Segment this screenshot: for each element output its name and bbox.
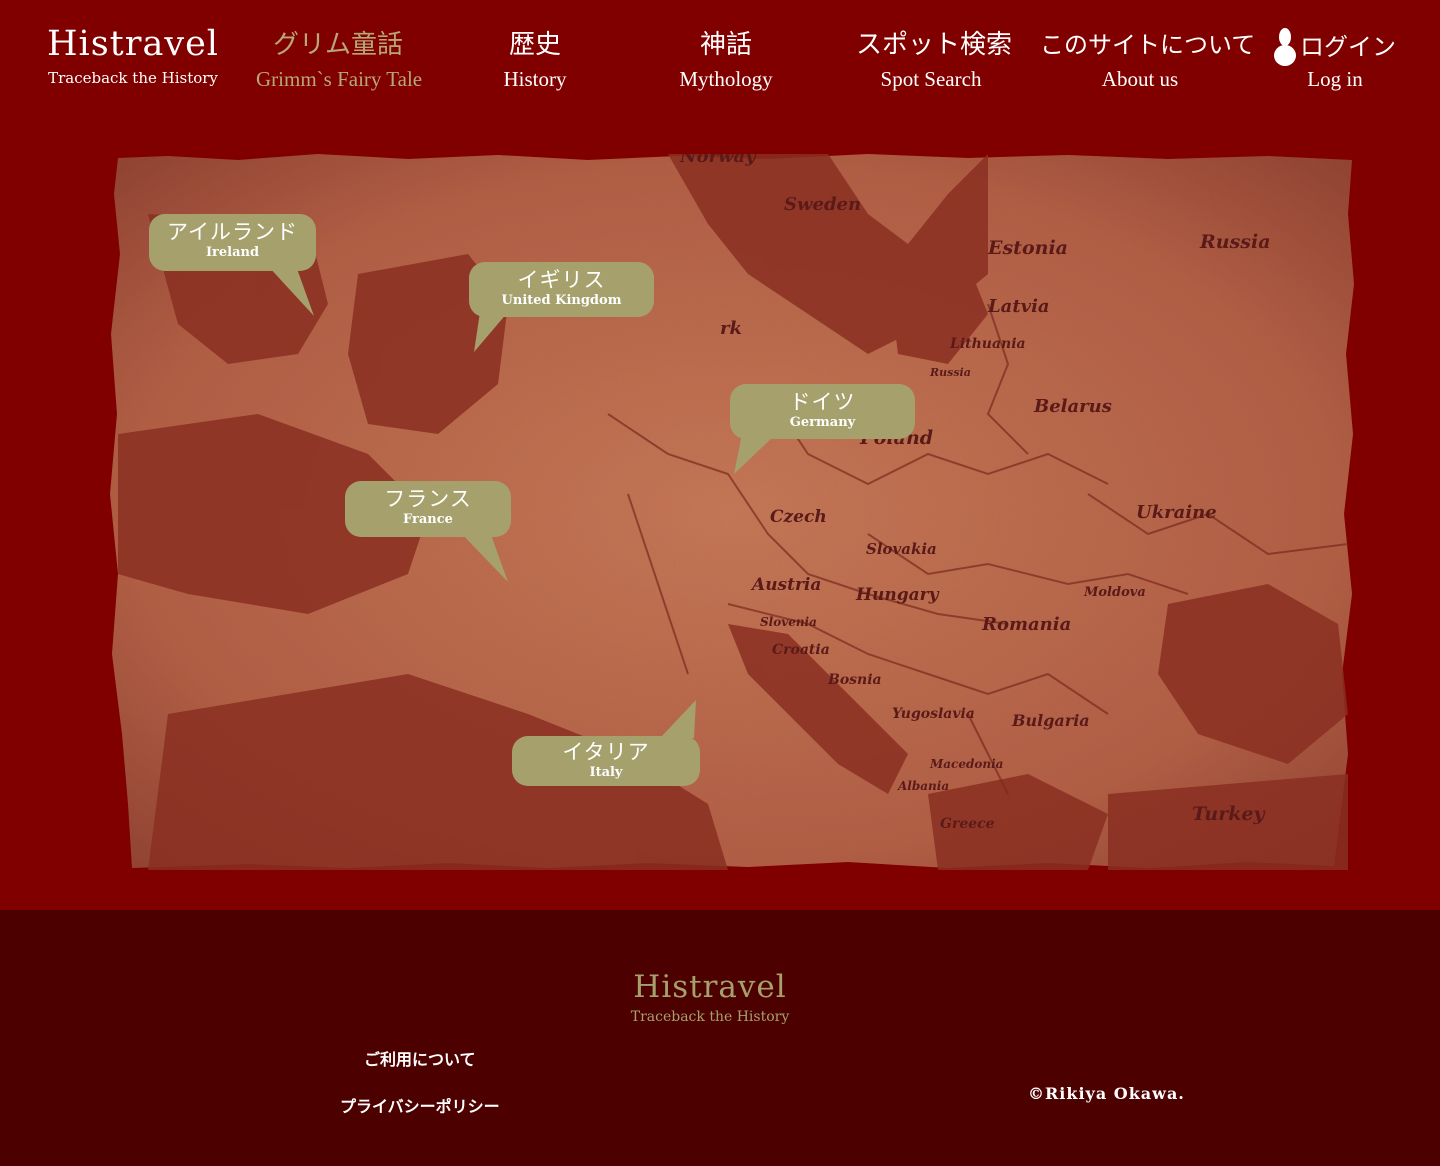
bubble-label-jp: フランス <box>384 487 472 511</box>
country-bubble-france[interactable]: フランス France <box>345 481 511 537</box>
map-label-albania: Albania <box>897 779 949 793</box>
logo-subtitle: Traceback the History <box>48 69 218 87</box>
map-label-austria: Austria <box>750 575 821 595</box>
footer-logo-title: Histravel <box>633 969 787 1005</box>
map-label-russia: Russia <box>1199 231 1271 253</box>
map-label-croatia: Croatia <box>772 642 830 658</box>
country-bubble-germany[interactable]: ドイツ Germany <box>730 384 915 439</box>
bubble-tail-france <box>460 532 508 582</box>
user-icon <box>1274 28 1296 66</box>
bubble-label-jp: アイルランド <box>167 220 298 244</box>
site-footer: Histravel Traceback the History ご利用について … <box>0 910 1440 1166</box>
map-label-hungary: Hungary <box>855 585 940 605</box>
user-icon-head <box>1279 28 1291 46</box>
nav-item-label-jp: ログイン <box>1300 33 1396 61</box>
nav-item-label-jp: スポット検索 <box>856 30 1013 60</box>
nav-item-grimm[interactable]: グリム童話 Grimm`s Fairy Tale <box>256 28 423 92</box>
nav-item-label-en: Grimm`s Fairy Tale <box>256 67 423 91</box>
footer-logo[interactable]: Histravel Traceback the History <box>610 970 810 1026</box>
nav-item-label-en: Log in <box>1307 67 1363 91</box>
bubble-tail-ireland <box>268 266 314 316</box>
map-label-slovakia: Slovakia <box>866 540 937 558</box>
logo-title: Histravel <box>46 24 220 64</box>
map-label-yugoslavia: Yugoslavia <box>892 706 975 722</box>
user-icon-body <box>1274 45 1296 66</box>
nav-item-mythology[interactable]: 神話 Mythology <box>670 28 782 92</box>
footer-link-privacy-policy[interactable]: プライバシーポリシー <box>340 1093 500 1117</box>
bubble-label-jp: イタリア <box>562 740 650 764</box>
country-bubble-italy[interactable]: イタリア Italy <box>512 736 700 786</box>
bubble-tail-italy <box>660 700 696 738</box>
bubble-tail-united-kingdom <box>474 312 508 352</box>
map-label-ukraine: Ukraine <box>1136 502 1217 523</box>
nav-item-label-en: Spot Search <box>880 67 982 91</box>
footer-link-terms[interactable]: ご利用について <box>364 1046 476 1070</box>
bubble-label-jp: ドイツ <box>789 390 856 414</box>
map-label-russia-kaliningrad: Russia <box>929 366 971 379</box>
bubble-tail-germany <box>734 434 776 474</box>
login-row: ログイン <box>1260 28 1410 66</box>
map-label-partial: rk <box>720 318 742 339</box>
footer-logo-subtitle: Traceback the History <box>630 1009 790 1025</box>
nav-item-label-en: About us <box>1101 67 1179 91</box>
nav-item-label-jp: このサイトについて <box>1040 31 1256 59</box>
bubble-label-en: Italy <box>589 765 623 780</box>
nav-item-label-jp: グリム童話 <box>272 30 403 60</box>
map-label-sweden: Sweden <box>784 194 861 215</box>
nav-item-about-us[interactable]: このサイトについて About us <box>1040 28 1256 92</box>
nav-item-spot-search[interactable]: スポット検索 Spot Search <box>856 28 1013 92</box>
nav-item-label-en: Mythology <box>679 67 773 91</box>
nav-item-label-en: History <box>503 67 567 91</box>
nav-item-label-jp: 歴史 <box>508 30 561 60</box>
bubble-label-en: Ireland <box>205 245 260 260</box>
copyright-text: ©Rikiya Okawa. <box>1028 1084 1185 1103</box>
bubble-label-en: Germany <box>789 415 856 430</box>
country-bubble-united-kingdom[interactable]: イギリス United Kingdom <box>469 262 654 317</box>
bubble-label-en: France <box>403 512 453 527</box>
map-label-bulgaria: Bulgaria <box>1011 711 1090 730</box>
map-label-turkey: Turkey <box>1192 803 1266 825</box>
map-label-macedonia: Macedonia <box>929 757 1003 771</box>
map-label-greece: Greece <box>940 816 995 832</box>
map-label-lithuania: Lithuania <box>949 336 1026 352</box>
map-label-belarus: Belarus <box>1033 396 1112 417</box>
site-header: Histravel Traceback the History グリム童話 Gr… <box>0 0 1440 120</box>
country-bubble-ireland[interactable]: アイルランド Ireland <box>149 214 316 271</box>
map-label-estonia: Estonia <box>987 237 1068 259</box>
map-label-norway: Norway <box>679 154 757 167</box>
map-label-latvia: Latvia <box>987 296 1050 317</box>
map-label-czech: Czech <box>770 507 827 527</box>
bubble-label-en: United Kingdom <box>501 293 622 308</box>
map-label-moldova: Moldova <box>1083 585 1146 600</box>
map-label-slovenia: Slovenia <box>760 615 817 629</box>
nav-item-label-jp: 神話 <box>699 30 752 60</box>
europe-map: Norway Sweden Estonia Russia Latvia Lith… <box>108 154 1358 870</box>
map-label-romania: Romania <box>981 614 1071 635</box>
bubble-label-jp: イギリス <box>517 268 606 292</box>
nav-item-login[interactable]: ログイン Log in <box>1260 28 1410 92</box>
nav-item-history[interactable]: 歴史 History <box>480 28 590 92</box>
site-logo[interactable]: Histravel Traceback the History <box>40 24 226 88</box>
map-label-bosnia: Bosnia <box>827 672 882 688</box>
